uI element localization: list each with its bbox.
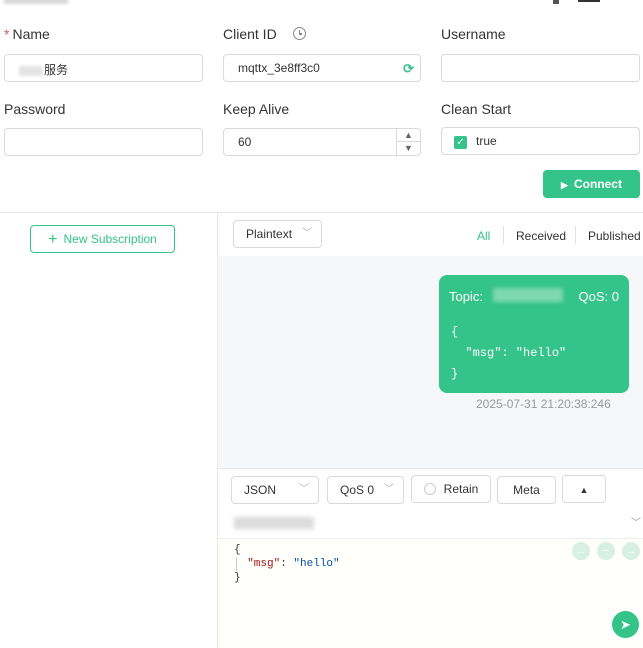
chevron-down-icon: ﹀	[384, 484, 394, 495]
payload-editor-text: { "msg": "hello" }	[234, 544, 340, 584]
clean-start-value: true	[476, 134, 497, 148]
message-format-value: Plaintext	[246, 227, 293, 241]
filter-published[interactable]: Published	[588, 229, 641, 243]
retain-label: Retain	[443, 482, 479, 496]
connect-button[interactable]: ▶ Connect	[543, 170, 640, 198]
qos-value: QoS 0	[340, 483, 375, 497]
new-subscription-label: New Subscription	[63, 232, 157, 246]
meta-button[interactable]: Meta	[497, 476, 556, 504]
client-id-value: mqttx_3e8ff3c0	[238, 61, 320, 75]
required-mark: *	[4, 26, 10, 42]
payload-format-value: JSON	[244, 483, 277, 497]
minus-icon[interactable]: −	[597, 542, 615, 560]
chevron-down-icon[interactable]: ﹀	[631, 514, 641, 529]
name-value: 服务	[19, 61, 68, 78]
name-label: * Name	[4, 26, 50, 42]
name-field[interactable]: 服务	[4, 54, 203, 82]
arrow-right-icon[interactable]: →	[622, 542, 640, 560]
filter-all[interactable]: All	[477, 229, 490, 243]
password-field[interactable]	[4, 128, 203, 156]
clean-start-field[interactable]: ✓ true	[441, 127, 640, 155]
arrow-left-icon[interactable]: ←	[572, 542, 590, 560]
chevron-up-icon[interactable]: ▲	[397, 129, 420, 142]
qos-select[interactable]: QoS 0 ﹀	[327, 476, 404, 504]
filter-separator	[575, 226, 576, 244]
retain-toggle[interactable]: Retain	[411, 475, 491, 503]
top-icon[interactable]	[553, 0, 559, 4]
blurred-topic	[493, 288, 563, 302]
filter-received[interactable]: Received	[516, 229, 566, 243]
blurred-topic-input	[234, 517, 314, 529]
chevron-down-icon[interactable]: ▼	[397, 142, 420, 155]
send-button[interactable]: ➤	[612, 611, 639, 638]
clean-start-label: Clean Start	[441, 101, 512, 117]
message-format-select[interactable]: Plaintext ﹀	[233, 220, 322, 248]
radio-icon	[423, 483, 436, 495]
message-payload: { "msg": "hello" }	[451, 325, 567, 381]
connect-label: Connect	[573, 177, 622, 191]
payload-format-select[interactable]: JSON ﹀	[231, 476, 319, 504]
chevron-down-icon: ﹀	[302, 228, 312, 239]
plus-icon: +	[48, 231, 58, 248]
message-topic-label: Topic:	[449, 289, 483, 304]
new-subscription-button[interactable]: + New Subscription	[30, 225, 175, 253]
play-icon: ▶	[561, 180, 568, 190]
chevron-down-icon: ﹀	[299, 484, 309, 495]
triangle-up-icon: ▲	[579, 485, 589, 495]
clock-icon[interactable]	[293, 27, 306, 40]
username-field[interactable]	[441, 54, 640, 82]
blurred-title	[4, 0, 68, 4]
check-icon[interactable]: ✓	[454, 136, 467, 149]
composer-divider	[218, 468, 643, 469]
meta-label: Meta	[513, 483, 540, 497]
message-qos: QoS: 0	[578, 289, 619, 304]
password-label: Password	[4, 101, 66, 117]
collapse-button[interactable]: ▲	[562, 475, 606, 503]
published-message-bubble[interactable]: Topic: QoS: 0 { "msg": "hello" }	[439, 275, 629, 393]
message-timestamp: 2025-07-31 21:20:38:246	[476, 397, 611, 411]
section-divider	[0, 212, 643, 213]
keep-alive-stepper[interactable]: ▲ ▼	[396, 129, 420, 155]
client-id-label: Client ID	[223, 26, 277, 42]
keep-alive-field[interactable]: 60 ▲ ▼	[223, 128, 421, 156]
send-icon: ➤	[620, 617, 631, 632]
blurred-name-part	[19, 65, 43, 76]
top-cutoff-header	[0, 0, 643, 6]
client-id-field[interactable]: mqttx_3e8ff3c0 ⟳	[223, 54, 421, 82]
topic-input[interactable]	[234, 514, 614, 532]
filter-separator	[503, 226, 504, 244]
keep-alive-label: Keep Alive	[223, 101, 290, 117]
keep-alive-value: 60	[238, 135, 252, 149]
refresh-icon[interactable]: ⟳	[403, 61, 414, 77]
top-icon-2[interactable]	[578, 0, 600, 2]
username-label: Username	[441, 26, 506, 42]
